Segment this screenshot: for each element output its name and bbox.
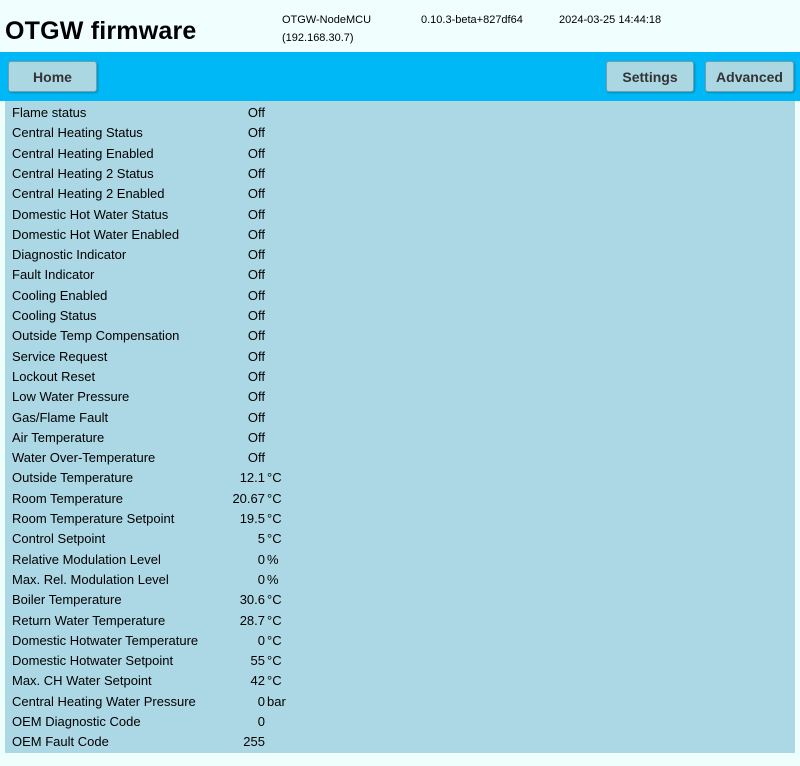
page-footer	[0, 760, 800, 766]
status-value: Off	[247, 105, 265, 120]
status-unit: bar	[267, 693, 286, 709]
status-label: Relative Modulation Level	[12, 551, 161, 567]
status-value: Off	[247, 308, 265, 323]
status-label: Cooling Status	[12, 308, 97, 323]
status-label: Central Heating Water Pressure	[12, 693, 196, 709]
status-value: Off	[247, 206, 265, 222]
status-unit: °C	[267, 531, 282, 547]
status-unit: %	[267, 571, 279, 587]
status-unit: °C	[267, 490, 282, 506]
status-label: Service Request	[12, 348, 108, 364]
status-value: Off	[247, 247, 265, 263]
status-value: 30.6	[239, 592, 265, 608]
device-name: OTGW-NodeMCU	[282, 14, 372, 26]
status-value: Off	[247, 348, 265, 364]
status-label: Room Temperature	[12, 490, 124, 506]
status-label: Domestic Hotwater Setpoint	[12, 653, 174, 669]
firmware-version: 0.10.3-beta+827df64	[421, 14, 523, 26]
status-value: Off	[247, 287, 265, 303]
status-value: 0	[257, 632, 265, 648]
status-label: Fault Indicator	[12, 267, 95, 283]
status-value: Off	[247, 328, 265, 344]
status-label: Central Heating Status	[12, 125, 143, 141]
status-unit: °C	[267, 673, 282, 689]
status-value: 19.5	[239, 511, 265, 526]
status-label: Diagnostic Indicator	[12, 247, 127, 263]
device-ip: (192.168.30.7)	[282, 32, 354, 44]
status-label: Boiler Temperature	[12, 592, 122, 608]
status-label: Flame status	[12, 105, 87, 120]
status-label: Central Heating Enabled	[12, 145, 154, 161]
status-label: Central Heating 2 Enabled	[12, 186, 165, 202]
status-label: Lockout Reset	[12, 368, 96, 384]
status-unit: °C	[267, 653, 282, 669]
status-table: Flame status Off Central Heating Status Off…	[5, 101, 795, 753]
status-label: OEM Fault Code	[12, 734, 109, 750]
status-unit: °C	[267, 632, 282, 648]
status-label: Outside Temperature	[12, 470, 134, 486]
status-value: Off	[247, 125, 265, 141]
status-value: 255	[243, 734, 265, 750]
status-unit: °C	[267, 612, 282, 628]
status-label: Max. CH Water Setpoint	[12, 673, 152, 689]
status-value: Off	[247, 165, 265, 181]
status-value: 0	[257, 693, 265, 709]
nav-bar: Home Settings Advanced	[0, 52, 800, 101]
status-value: 5	[257, 531, 265, 547]
status-unit: °C	[267, 592, 282, 608]
settings-button[interactable]: Settings	[606, 61, 694, 92]
app-title: OTGW firmware	[5, 17, 197, 45]
status-label: Domestic Hot Water Enabled	[12, 226, 180, 242]
status-label: Water Over-Temperature	[12, 450, 156, 466]
header: OTGW firmware OTGW-NodeMCU (192.168.30.7…	[0, 0, 800, 52]
status-label: Outside Temp Compensation	[12, 328, 180, 344]
status-unit: %	[267, 551, 279, 567]
status-label: Gas/Flame Fault	[12, 409, 109, 425]
status-value: 0	[257, 714, 265, 729]
status-value: 55	[250, 653, 265, 669]
status-label: Central Heating 2 Status	[12, 165, 154, 181]
status-label: Domestic Hot Water Status	[12, 206, 169, 222]
status-value: Off	[247, 429, 265, 445]
status-label: Return Water Temperature	[12, 612, 166, 628]
status-unit: °C	[267, 470, 282, 486]
status-value: 28.7	[239, 612, 265, 628]
status-value: Off	[247, 186, 265, 202]
status-value: 12.1	[239, 470, 265, 486]
status-value: Off	[247, 409, 265, 425]
status-value: Off	[247, 145, 265, 161]
home-button[interactable]: Home	[8, 61, 97, 92]
status-value: Off	[247, 389, 265, 405]
status-value: Off	[247, 226, 265, 242]
status-value: Off	[247, 368, 265, 384]
status-label: Max. Rel. Modulation Level	[12, 571, 169, 587]
status-value: 0	[257, 571, 265, 587]
status-label: Cooling Enabled	[12, 287, 108, 303]
status-label: OEM Diagnostic Code	[12, 714, 141, 729]
device-datetime: 2024-03-25 14:44:18	[559, 14, 662, 26]
advanced-button[interactable]: Advanced	[705, 61, 794, 92]
status-value: Off	[247, 267, 265, 283]
status-label: Air Temperature	[12, 429, 105, 445]
status-label: Room Temperature Setpoint	[12, 511, 175, 526]
status-label: Domestic Hotwater Temperature	[12, 632, 199, 648]
status-value: Off	[247, 450, 265, 466]
status-value: 42	[250, 673, 265, 689]
status-value: 0	[257, 551, 265, 567]
status-label: Control Setpoint	[12, 531, 106, 547]
status-unit: °C	[267, 511, 282, 526]
status-value: 20.67	[232, 490, 265, 506]
status-label: Low Water Pressure	[12, 389, 130, 405]
